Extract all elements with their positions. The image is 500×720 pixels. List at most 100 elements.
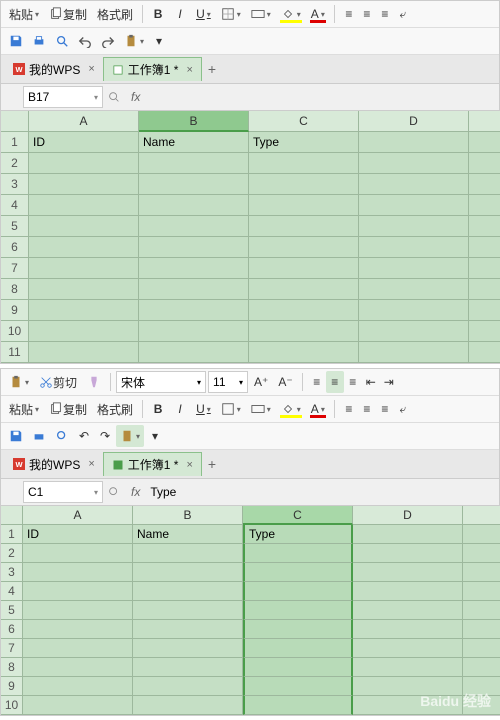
cell[interactable] — [23, 582, 133, 601]
cell[interactable] — [359, 342, 469, 363]
row-header[interactable]: 8 — [1, 658, 23, 677]
cell[interactable] — [249, 195, 359, 216]
cell[interactable] — [359, 237, 469, 258]
cell[interactable] — [29, 195, 139, 216]
cell[interactable] — [469, 174, 500, 195]
cell[interactable] — [243, 582, 353, 601]
print-button[interactable] — [28, 30, 50, 52]
cell[interactable] — [249, 258, 359, 279]
cell[interactable] — [133, 658, 243, 677]
row-header[interactable]: 10 — [1, 321, 29, 342]
formula-input[interactable] — [146, 86, 497, 108]
redo-button[interactable]: ↷ — [95, 425, 115, 447]
cell[interactable] — [359, 216, 469, 237]
print-preview-button[interactable] — [51, 425, 73, 447]
cell[interactable] — [139, 342, 249, 363]
bold-button[interactable]: B — [148, 3, 168, 25]
print-preview-button[interactable] — [51, 30, 73, 52]
column-header[interactable] — [463, 506, 500, 525]
cell[interactable] — [133, 563, 243, 582]
borders-button[interactable] — [217, 398, 245, 420]
cell[interactable]: Type — [249, 132, 359, 153]
cell[interactable] — [249, 300, 359, 321]
cell[interactable] — [139, 237, 249, 258]
cell[interactable] — [139, 153, 249, 174]
column-header[interactable]: D — [353, 506, 463, 525]
cell[interactable] — [469, 279, 500, 300]
row-header[interactable]: 3 — [1, 563, 23, 582]
cell[interactable] — [23, 677, 133, 696]
cell[interactable] — [133, 601, 243, 620]
cell[interactable] — [353, 525, 463, 544]
cut-button[interactable]: 剪切 — [35, 371, 81, 393]
cell[interactable] — [133, 582, 243, 601]
paste-qa-button[interactable] — [120, 30, 148, 52]
align-middle-button[interactable]: ≡ — [358, 3, 376, 25]
tab-workbook[interactable]: 工作簿1 * × — [103, 57, 202, 81]
cell[interactable] — [23, 658, 133, 677]
tab-close[interactable]: × — [186, 64, 192, 76]
row-header[interactable]: 5 — [1, 216, 29, 237]
underline-button[interactable]: U — [192, 3, 215, 25]
row-header[interactable]: 1 — [1, 525, 23, 544]
cell[interactable] — [23, 563, 133, 582]
cell[interactable] — [249, 153, 359, 174]
cell[interactable] — [463, 639, 500, 658]
cell[interactable] — [29, 174, 139, 195]
align-center-button[interactable]: ≡ — [358, 398, 376, 420]
format-painter-label[interactable]: 格式刷 — [93, 398, 137, 420]
tab-my-wps[interactable]: W 我的WPS × — [5, 58, 103, 81]
undo-button[interactable] — [74, 30, 96, 52]
cell[interactable] — [463, 525, 500, 544]
redo-button[interactable] — [97, 30, 119, 52]
cell[interactable] — [133, 639, 243, 658]
save-button[interactable] — [5, 30, 27, 52]
bold-button[interactable]: B — [148, 398, 168, 420]
column-header[interactable]: D — [359, 111, 469, 132]
cell[interactable] — [243, 544, 353, 563]
cell[interactable] — [463, 601, 500, 620]
paste-qa-button[interactable] — [116, 425, 144, 447]
paste-button[interactable]: 粘贴 — [5, 3, 43, 25]
paste-label-button[interactable]: 粘贴 — [5, 398, 43, 420]
formula-input[interactable] — [146, 481, 497, 503]
cell[interactable] — [359, 258, 469, 279]
undo-button[interactable]: ↶ — [74, 425, 94, 447]
row-header[interactable]: 5 — [1, 601, 23, 620]
save-button[interactable] — [5, 425, 27, 447]
row-header[interactable]: 7 — [1, 639, 23, 658]
cell[interactable] — [469, 216, 500, 237]
column-header[interactable]: A — [23, 506, 133, 525]
tab-close[interactable]: × — [186, 459, 192, 471]
cell[interactable] — [243, 563, 353, 582]
cell[interactable] — [23, 620, 133, 639]
cell[interactable] — [23, 601, 133, 620]
row-header[interactable]: 11 — [1, 342, 29, 363]
row-header[interactable]: 9 — [1, 300, 29, 321]
name-box[interactable]: B17 ▾ — [23, 86, 103, 108]
cell[interactable]: ID — [29, 132, 139, 153]
cell[interactable] — [243, 620, 353, 639]
column-header[interactable]: A — [29, 111, 139, 132]
cell[interactable] — [29, 258, 139, 279]
fill-color-button[interactable] — [277, 3, 305, 25]
column-header[interactable] — [469, 111, 500, 132]
cell[interactable] — [29, 279, 139, 300]
cell[interactable] — [29, 153, 139, 174]
cell[interactable]: ID — [23, 525, 133, 544]
paste-button[interactable] — [5, 371, 33, 393]
wrap-button[interactable]: ⤶ — [394, 398, 412, 420]
cell[interactable] — [353, 544, 463, 563]
cell[interactable] — [353, 658, 463, 677]
font-color-button[interactable]: A — [307, 398, 329, 420]
row-header[interactable]: 4 — [1, 195, 29, 216]
align-right-button[interactable]: ≡ — [376, 398, 394, 420]
borders-button[interactable] — [217, 3, 245, 25]
cell[interactable] — [353, 563, 463, 582]
copy-button[interactable]: 复制 — [45, 398, 91, 420]
font-color-button[interactable]: A — [307, 3, 329, 25]
cancel-fx-button[interactable] — [103, 481, 125, 503]
cell[interactable] — [29, 237, 139, 258]
cell[interactable] — [243, 601, 353, 620]
cell[interactable] — [139, 195, 249, 216]
